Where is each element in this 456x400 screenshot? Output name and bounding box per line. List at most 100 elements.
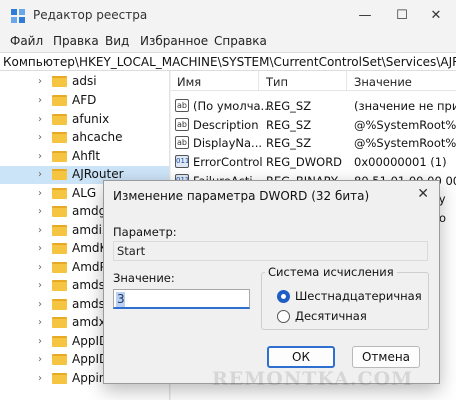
menu-bar: Файл Правка Вид Избранное Справка xyxy=(0,32,456,52)
table-row[interactable]: ab (По умолча... REG_SZ (значение не при… xyxy=(171,97,456,115)
tree-item[interactable]: › AFD xyxy=(0,92,169,110)
minimize-button[interactable]: — xyxy=(352,5,378,27)
tree-item-label: amdg xyxy=(72,204,107,218)
chevron-right-icon[interactable]: › xyxy=(38,188,42,199)
folder-icon xyxy=(52,354,67,365)
value-type: REG_SZ xyxy=(266,118,312,132)
value-type: REG_SZ xyxy=(266,99,312,113)
watermark: REMONTKA.COM xyxy=(212,368,414,390)
folder-icon xyxy=(52,262,67,273)
parameter-name-field: Start xyxy=(113,241,428,261)
chevron-right-icon[interactable]: › xyxy=(38,114,42,125)
menu-help[interactable]: Справка xyxy=(214,34,267,48)
chevron-right-icon[interactable]: › xyxy=(38,132,42,143)
chevron-right-icon[interactable]: › xyxy=(38,299,42,310)
column-divider[interactable] xyxy=(258,71,259,91)
tree-item-label: AJRouter xyxy=(72,167,124,181)
chevron-right-icon[interactable]: › xyxy=(38,151,42,162)
chevron-right-icon[interactable]: › xyxy=(38,317,42,328)
tree-item[interactable]: › afunix xyxy=(0,111,169,129)
chevron-right-icon[interactable]: › xyxy=(38,354,42,365)
tree-item-label: adsi xyxy=(72,74,97,88)
address-path: Компьютер\HKEY_LOCAL_MACHINE\SYSTEM\Curr… xyxy=(3,55,456,69)
tree-item[interactable]: › ahcache xyxy=(0,129,169,147)
column-name[interactable]: Имя xyxy=(177,75,201,89)
value-data-input[interactable] xyxy=(113,289,250,309)
value-type: REG_SZ xyxy=(266,136,312,150)
table-row[interactable]: ab DisplayNa... REG_SZ @%SystemRoot%\sys xyxy=(171,134,456,152)
chevron-right-icon[interactable]: › xyxy=(38,243,42,254)
tree-item-label: ahcache xyxy=(72,130,123,144)
value-name: (По умолча... xyxy=(193,99,272,113)
table-row[interactable]: 011 ErrorControl REG_DWORD 0x00000001 (1… xyxy=(171,153,456,171)
folder-icon xyxy=(52,188,67,199)
string-value-icon: ab xyxy=(175,99,189,112)
chevron-right-icon[interactable]: › xyxy=(38,373,42,384)
radio-hexadecimal-label[interactable]: Шестнадцатеричная xyxy=(295,289,422,303)
binary-value-icon: 011 xyxy=(175,155,189,168)
table-row[interactable]: ab Description REG_SZ @%SystemRoot%\sys xyxy=(171,116,456,134)
dialog-close-button[interactable]: ✕ xyxy=(417,186,429,202)
address-bar[interactable]: Компьютер\HKEY_LOCAL_MACHINE\SYSTEM\Curr… xyxy=(0,52,456,71)
string-value-icon: ab xyxy=(175,118,189,131)
value-name: Description xyxy=(193,118,259,132)
menu-edit[interactable]: Правка xyxy=(53,34,99,48)
radio-decimal[interactable] xyxy=(277,310,290,323)
chevron-right-icon[interactable]: › xyxy=(38,262,42,273)
tree-item[interactable]: › adsi xyxy=(0,73,169,91)
values-header: Имя Тип Значение xyxy=(171,71,456,91)
tree-item-label: afunix xyxy=(72,112,110,126)
ok-button[interactable]: ОК xyxy=(267,346,335,368)
close-button[interactable]: ✕ xyxy=(423,5,449,27)
maximize-button[interactable]: ☐ xyxy=(389,5,415,27)
chevron-right-icon[interactable]: › xyxy=(38,95,42,106)
tree-item[interactable]: › Ahflt xyxy=(0,148,169,166)
folder-icon xyxy=(52,373,67,384)
cancel-button[interactable]: Отмена xyxy=(352,346,420,368)
tree-item-label: AmdP xyxy=(72,260,107,274)
value-type: REG_DWORD xyxy=(266,155,343,169)
tree-item-label: AFD xyxy=(72,93,97,107)
value-name: ErrorControl xyxy=(193,155,263,169)
folder-icon xyxy=(52,280,67,291)
folder-icon xyxy=(52,317,67,328)
column-data[interactable]: Значение xyxy=(354,75,412,89)
menu-file[interactable]: Файл xyxy=(10,34,43,48)
chevron-right-icon[interactable]: › xyxy=(38,225,42,236)
radio-decimal-label[interactable]: Десятичная xyxy=(295,309,367,323)
value-data: (значение не присв xyxy=(354,99,456,113)
menu-favorites[interactable]: Избранное xyxy=(140,34,208,48)
column-type[interactable]: Тип xyxy=(266,75,288,89)
chevron-right-icon[interactable]: › xyxy=(38,336,42,347)
tree-item-label: amds xyxy=(72,278,105,292)
dialog-title: Изменение параметра DWORD (32 бита) xyxy=(113,189,370,203)
folder-icon xyxy=(52,114,67,125)
value-data: @%SystemRoot%\sys xyxy=(354,118,456,132)
folder-icon xyxy=(52,206,67,217)
window-title: Редактор реестра xyxy=(33,8,148,22)
folder-icon xyxy=(52,336,67,347)
folder-icon xyxy=(52,225,67,236)
folder-icon xyxy=(52,243,67,254)
parameter-label: Параметр: xyxy=(113,225,177,239)
string-value-icon: ab xyxy=(175,136,189,149)
folder-icon xyxy=(52,76,67,87)
edit-dword-dialog: Изменение параметра DWORD (32 бита) ✕ Па… xyxy=(103,180,440,384)
value-label: Значение: xyxy=(113,271,175,285)
tree-item-label: Appin xyxy=(72,371,107,385)
value-data: @%SystemRoot%\sys xyxy=(354,136,456,150)
radio-hexadecimal[interactable] xyxy=(277,290,290,303)
chevron-right-icon[interactable]: › xyxy=(38,206,42,217)
chevron-right-icon[interactable]: › xyxy=(38,76,42,87)
tree-item-label: Ahflt xyxy=(72,149,101,163)
menu-view[interactable]: Вид xyxy=(105,34,129,48)
chevron-right-icon[interactable]: › xyxy=(38,280,42,291)
folder-icon xyxy=(52,132,67,143)
folder-icon xyxy=(52,95,67,106)
folder-icon xyxy=(52,151,67,162)
column-divider[interactable] xyxy=(346,71,347,91)
value-name: DisplayNa... xyxy=(193,136,263,150)
parameter-name: Start xyxy=(117,244,146,258)
chevron-right-icon[interactable]: › xyxy=(38,169,42,180)
tree-item-label: ALG xyxy=(72,186,97,200)
